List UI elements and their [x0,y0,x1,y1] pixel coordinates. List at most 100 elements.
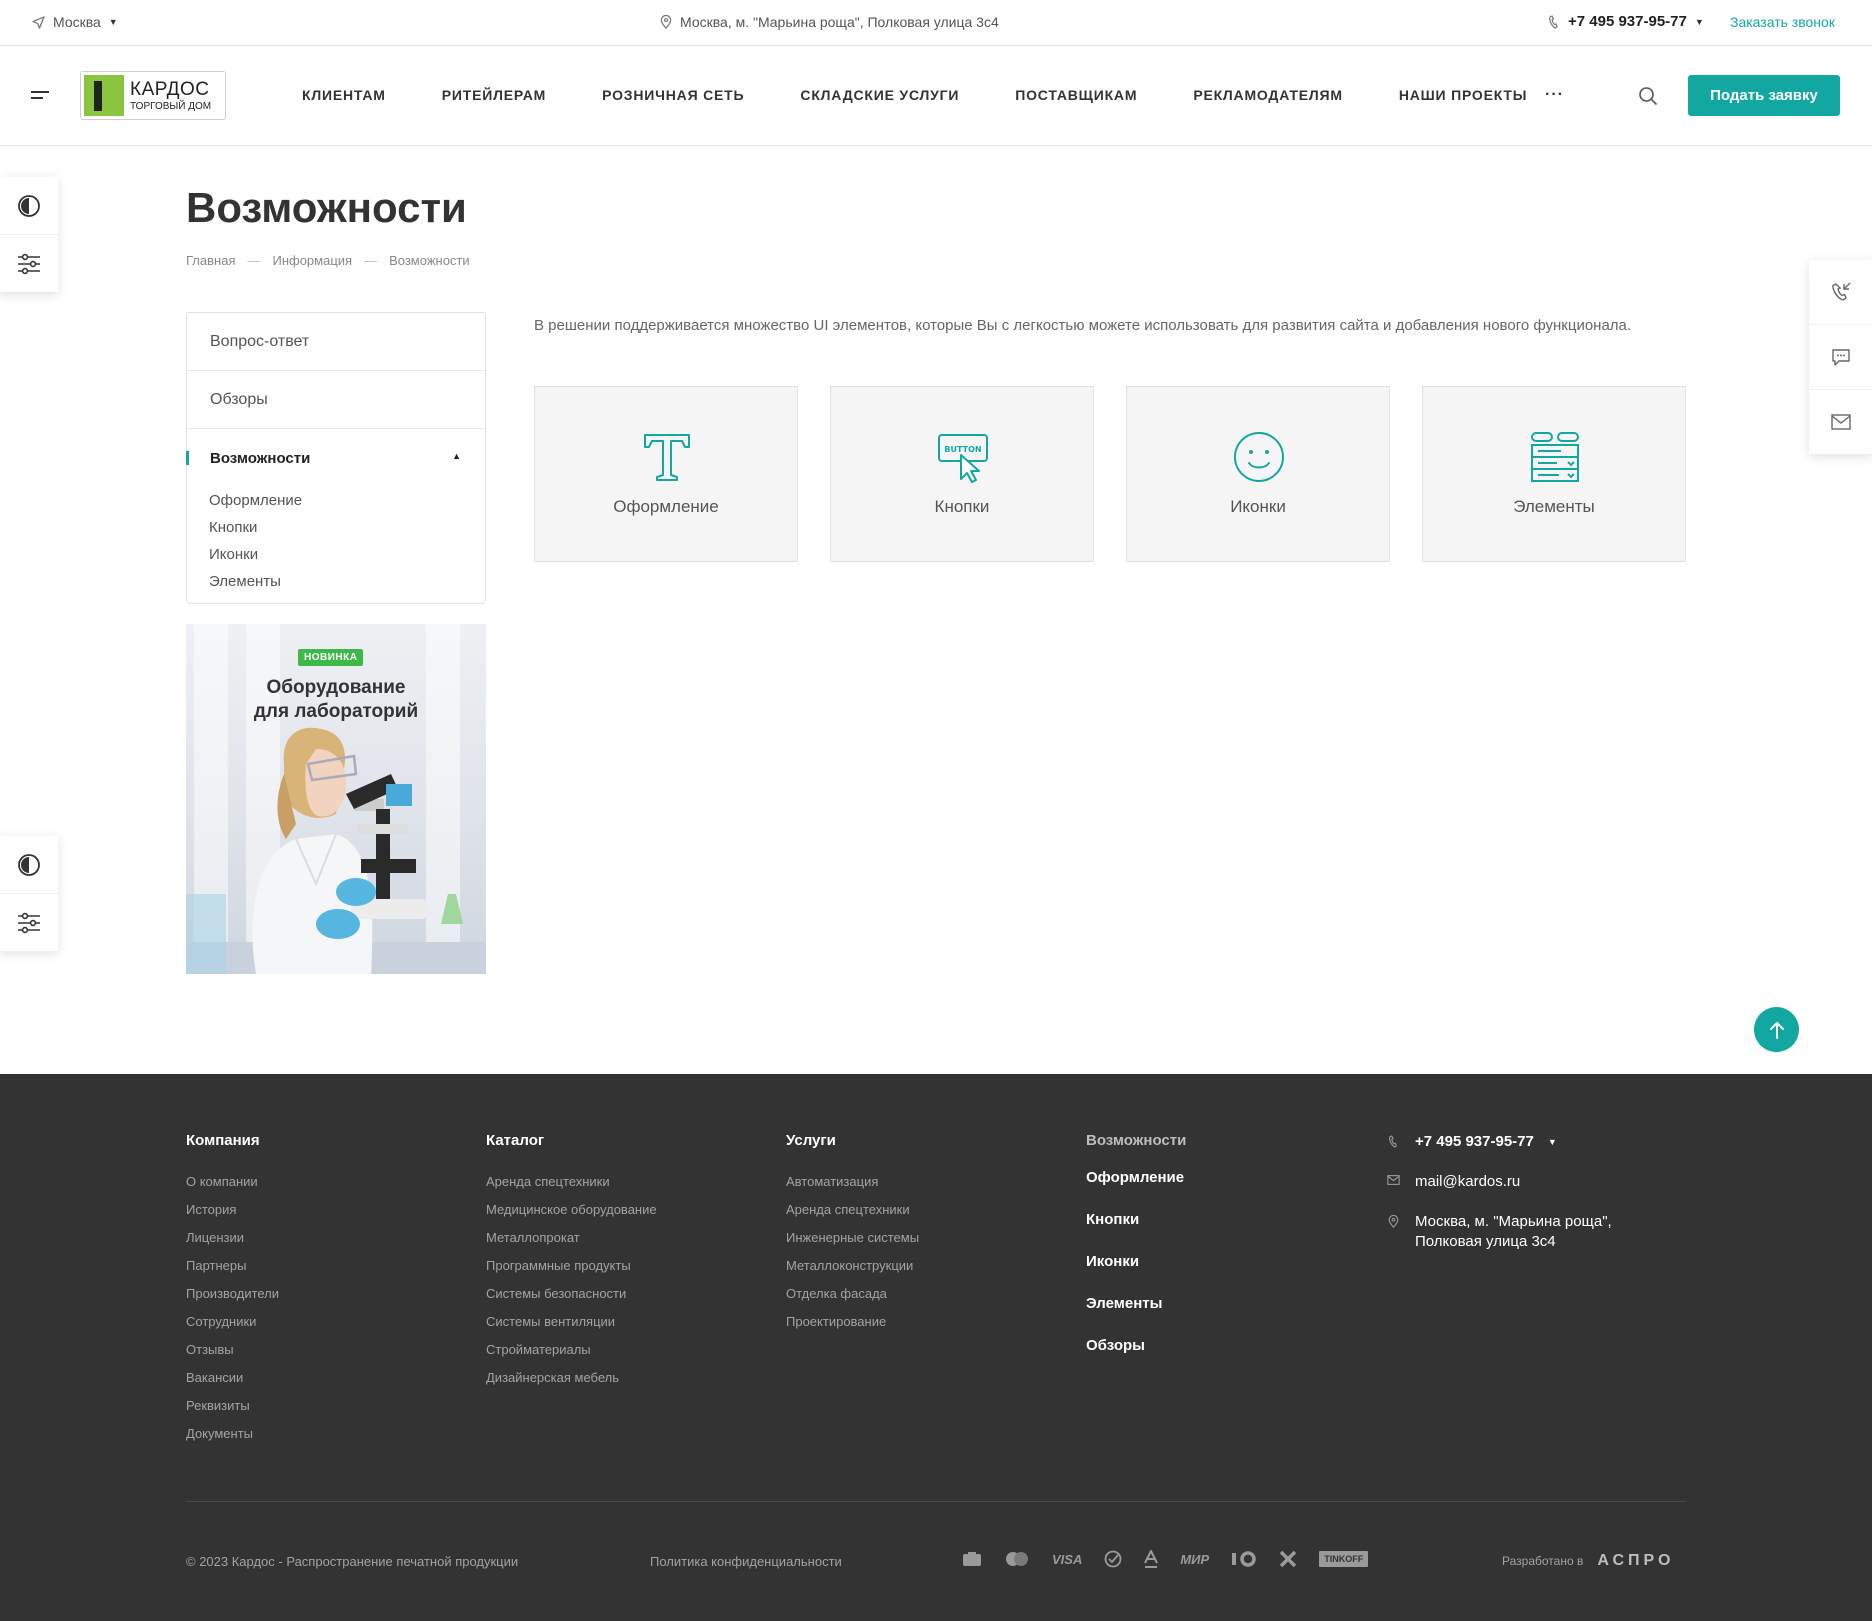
footer-col-title[interactable]: Возможности [1086,1132,1186,1149]
smiley-icon [1234,432,1284,482]
side-submenu-item-elements[interactable]: Элементы [209,568,485,595]
city-label: Москва [53,14,101,30]
footer-link[interactable]: Партнеры [186,1252,279,1280]
header-address: Москва, м. "Марьина роща", Полковая улиц… [660,14,999,30]
footer-col-title[interactable]: Компания [186,1132,279,1149]
logo-sub-text: ТОРГОВЫЙ ДОМ [130,100,212,112]
footer-col-title[interactable]: Услуги [786,1132,919,1149]
footer-contacts: +7 495 937-95-77 ▼ mail@kardos.ru Москва… [1385,1132,1612,1272]
more-menu-icon[interactable]: ··· [1545,86,1564,104]
search-icon[interactable] [1638,86,1658,106]
footer-col-title[interactable]: Каталог [486,1132,657,1149]
footer-link[interactable]: Сотрудники [186,1308,279,1336]
promo-banner[interactable]: НОВИНКА Оборудование для лабораторий [186,624,486,974]
footer-link[interactable]: Инженерные системы [786,1224,919,1252]
apply-button[interactable]: Подать заявку [1688,75,1840,116]
form-elements-icon [1531,432,1579,482]
footer-phone[interactable]: +7 495 937-95-77 ▼ [1385,1132,1612,1152]
breadcrumb: Главная — Информация — Возможности [186,253,470,268]
footer-link-bold[interactable]: Обзоры [1086,1325,1186,1367]
footer-link[interactable]: Программные продукты [486,1252,657,1280]
privacy-policy-link[interactable]: Политика конфиденциальности [650,1554,842,1569]
feature-tile-elements[interactable]: Элементы [1422,386,1686,562]
map-pin-icon [1388,1215,1398,1228]
menu-burger-icon[interactable] [31,91,49,101]
typography-icon [644,434,690,481]
footer-link[interactable]: Стройматериалы [486,1336,657,1364]
side-menu: Вопрос-ответ Обзоры Возможности ▲ Оформл… [186,312,486,604]
callback-link[interactable]: Заказать звонок [1730,14,1835,30]
footer-link[interactable]: Реквизиты [186,1392,279,1420]
side-submenu-item-design[interactable]: Оформление [209,487,485,514]
developer-credit[interactable]: Разработано в АСПРО [1502,1552,1674,1570]
side-menu-item-reviews[interactable]: Обзоры [187,371,485,429]
scientist-microscope-illustration [186,727,486,974]
nav-item-retailers[interactable]: РИТЕЙЛЕРАМ [442,87,546,103]
city-selector[interactable]: Москва ▼ [32,14,118,30]
footer-link[interactable]: Проектирование [786,1308,919,1336]
footer-link[interactable]: Металлоконструкции [786,1252,919,1280]
chevron-up-icon[interactable]: ▲ [452,451,461,461]
footer-col-services: Услуги Автоматизация Аренда спецтехники … [786,1132,919,1336]
settings-toggle-2[interactable] [0,894,58,952]
feature-tile-icons[interactable]: Иконки [1126,386,1390,562]
phone-callback-icon [1831,282,1850,301]
footer-link-bold[interactable]: Кнопки [1086,1199,1186,1241]
breadcrumb-home[interactable]: Главная [186,253,235,268]
footer-link[interactable]: История [186,1196,279,1224]
phone-icon [1388,1135,1397,1148]
side-menu-item-faq[interactable]: Вопрос-ответ [187,313,485,371]
theme-circle-icon [18,194,40,217]
footer-link[interactable]: О компании [186,1168,279,1196]
footer-email[interactable]: mail@kardos.ru [1385,1172,1612,1192]
footer-link[interactable]: Отзывы [186,1336,279,1364]
nav-item-clients[interactable]: КЛИЕНТАМ [302,87,386,103]
tile-label: Элементы [1513,497,1595,516]
feature-tile-buttons[interactable]: BUTTON Кнопки [830,386,1094,562]
callback-widget[interactable] [1809,260,1872,325]
footer-address-line: Полковая улица 3с4 [1415,1233,1556,1250]
nav-item-warehouse[interactable]: СКЛАДСКИЕ УСЛУГИ [800,87,959,103]
footer-link[interactable]: Автоматизация [786,1168,919,1196]
button-cursor-icon: BUTTON [938,434,988,483]
footer-link[interactable]: Аренда спецтехники [486,1168,657,1196]
footer-link-bold[interactable]: Элементы [1086,1283,1186,1325]
footer-link[interactable]: Дизайнерская мебель [486,1364,657,1392]
nav-item-projects[interactable]: НАШИ ПРОЕКТЫ [1399,87,1527,103]
nav-item-retail-network[interactable]: РОЗНИЧНАЯ СЕТЬ [602,87,744,103]
nav-item-advertisers[interactable]: РЕКЛАМОДАТЕЛЯМ [1193,87,1343,103]
chat-bubble-icon [1831,349,1850,366]
settings-toggle[interactable] [0,235,58,293]
nav-item-suppliers[interactable]: ПОСТАВЩИКАМ [1015,87,1137,103]
footer-link[interactable]: Лицензии [186,1224,279,1252]
footer-link-bold[interactable]: Оформление [1086,1157,1186,1199]
header-phone[interactable]: +7 495 937-95-77 ▼ [1548,13,1704,30]
footer-link[interactable]: Вакансии [186,1364,279,1392]
side-submenu-item-buttons[interactable]: Кнопки [209,514,485,541]
theme-toggle[interactable] [0,177,58,235]
footer-link[interactable]: Системы безопасности [486,1280,657,1308]
email-widget[interactable] [1809,390,1872,455]
footer-link[interactable]: Системы вентиляции [486,1308,657,1336]
footer-link[interactable]: Отделка фасада [786,1280,919,1308]
theme-toggle-2[interactable] [0,836,58,894]
footer-link[interactable]: Металлопрокат [486,1224,657,1252]
envelope-icon [1830,414,1851,430]
footer-phone-number: +7 495 937-95-77 [1415,1133,1534,1150]
tinkoff-icon: TINKOFF [1319,1551,1369,1567]
top-bar: Москва ▼ Москва, м. "Марьина роща", Полк… [0,0,1872,46]
footer-link[interactable]: Производители [186,1280,279,1308]
site-logo[interactable]: КАРДОС ТОРГОВЫЙ ДОМ [80,71,226,120]
feature-tile-design[interactable]: Оформление [534,386,798,562]
footer-link[interactable]: Документы [186,1420,279,1448]
chat-widget[interactable] [1809,325,1872,390]
alfa-bank-icon [1144,1550,1159,1568]
footer-link-bold[interactable]: Иконки [1086,1241,1186,1283]
breadcrumb-info[interactable]: Информация [272,253,352,268]
side-submenu-item-icons[interactable]: Иконки [209,541,485,568]
footer-link[interactable]: Аренда спецтехники [786,1196,919,1224]
scroll-to-top-button[interactable] [1754,1007,1799,1052]
left-tools-panel-bottom [0,836,58,952]
side-menu-item-features[interactable]: Возможности ▲ [186,429,485,487]
footer-link[interactable]: Медицинское оборудование [486,1196,657,1224]
